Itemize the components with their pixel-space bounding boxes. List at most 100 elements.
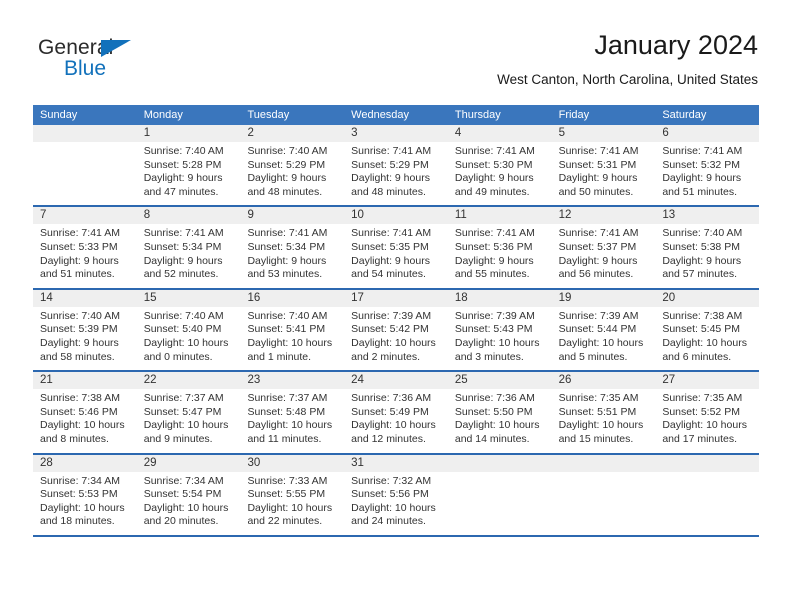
sunrise-text: Sunrise: 7:38 AM (40, 392, 120, 405)
weekday-header-wednesday: Wednesday (351, 109, 410, 121)
day-cell[interactable]: 28 Sunrise: 7:34 AM Sunset: 5:53 PM Dayligh… (33, 454, 137, 535)
day-cell[interactable]: 22 Sunrise: 7:37 AM Sunset: 5:47 PM Dayligh… (136, 372, 241, 453)
day-number: 10 (344, 207, 448, 225)
daylight-text-line2: and 56 minutes. (558, 268, 634, 281)
day-info: Sunrise: 7:40 AM Sunset: 5:40 PM Daylight:… (137, 307, 241, 364)
day-cell[interactable]: 14 Sunrise: 7:40 AM Sunset: 5:39 PM Dayligh… (33, 289, 137, 371)
day-number: 12 (551, 207, 656, 225)
day-info: Sunrise: 7:40 AM Sunset: 5:38 PM Daylight:… (655, 224, 759, 281)
day-cell-empty (551, 454, 656, 535)
daylight-text-line2: and 18 minutes. (40, 515, 115, 528)
sunrise-text: Sunrise: 7:33 AM (247, 474, 328, 487)
day-number: 22 (136, 372, 241, 390)
daylight-text-line1: Daylight: 9 hours (143, 172, 223, 185)
day-cell[interactable]: 9 Sunrise: 7:41 AM Sunset: 5:34 PM Daylight… (240, 207, 345, 288)
calendar-week-row: 7 Sunrise: 7:41 AM Sunset: 5:33 PM Daylight… (33, 207, 760, 290)
sunrise-text: Sunrise: 7:36 AM (454, 392, 535, 405)
day-cell[interactable]: 21 Sunrise: 7:38 AM Sunset: 5:46 PM Dayligh… (33, 372, 137, 453)
daylight-text-line1: Daylight: 10 hours (247, 501, 333, 514)
sunset-text: Sunset: 5:38 PM (662, 240, 740, 253)
day-number: 30 (240, 454, 345, 472)
sunrise-text: Sunrise: 7:37 AM (247, 392, 328, 405)
day-cell[interactable]: 19 Sunrise: 7:39 AM Sunset: 5:44 PM Dayligh… (551, 289, 656, 371)
sunrise-text: Sunrise: 7:41 AM (40, 227, 120, 240)
day-cell[interactable]: 2 Sunrise: 7:40 AM Sunset: 5:29 PM Daylight… (240, 125, 345, 206)
weekday-header-friday: Friday (558, 109, 590, 121)
day-info: Sunrise: 7:40 AM Sunset: 5:39 PM Daylight:… (33, 307, 137, 364)
sunrise-text: Sunrise: 7:41 AM (247, 227, 328, 240)
day-cell[interactable]: 10 Sunrise: 7:41 AM Sunset: 5:35 PM Dayligh… (344, 207, 448, 288)
day-cell[interactable]: 26 Sunrise: 7:35 AM Sunset: 5:51 PM Dayligh… (551, 372, 656, 453)
general-blue-logo: General Blue (38, 36, 188, 84)
day-info: Sunrise: 7:41 AM Sunset: 5:30 PM Daylight:… (448, 142, 552, 199)
day-number: 19 (551, 289, 656, 307)
day-cell[interactable]: 25 Sunrise: 7:36 AM Sunset: 5:50 PM Dayligh… (447, 372, 552, 453)
daylight-text-line1: Daylight: 9 hours (662, 254, 742, 267)
calendar-week-row: 21 Sunrise: 7:38 AM Sunset: 5:46 PM Dayligh… (33, 372, 760, 455)
sunset-text: Sunset: 5:43 PM (454, 323, 533, 336)
day-number: 26 (551, 372, 656, 390)
sunset-text: Sunset: 5:36 PM (454, 240, 533, 253)
day-cell[interactable]: 6 Sunrise: 7:41 AM Sunset: 5:32 PM Daylight… (655, 125, 760, 206)
day-number: 29 (136, 454, 241, 472)
day-cell[interactable]: 8 Sunrise: 7:41 AM Sunset: 5:34 PM Daylight… (136, 207, 241, 288)
daylight-text-line1: Daylight: 10 hours (558, 336, 644, 349)
day-cell[interactable]: 23 Sunrise: 7:37 AM Sunset: 5:48 PM Dayligh… (240, 372, 345, 453)
daylight-text-line2: and 53 minutes. (247, 268, 323, 281)
sunrise-text: Sunrise: 7:40 AM (143, 309, 224, 322)
day-number: 5 (551, 125, 656, 142)
sunset-text: Sunset: 5:47 PM (143, 405, 222, 418)
sunrise-text: Sunrise: 7:39 AM (454, 309, 535, 322)
daylight-text-line2: and 17 minutes. (662, 432, 738, 445)
daylight-text-line1: Daylight: 10 hours (558, 419, 644, 432)
day-number: 9 (240, 207, 345, 225)
daylight-text-line1: Daylight: 10 hours (247, 419, 333, 432)
sunset-text: Sunset: 5:32 PM (662, 158, 740, 171)
calendar-week-row: 28 Sunrise: 7:34 AM Sunset: 5:53 PM Dayligh… (33, 454, 760, 537)
sunrise-text: Sunrise: 7:40 AM (143, 145, 224, 157)
day-cell[interactable]: 31 Sunrise: 7:32 AM Sunset: 5:56 PM Dayligh… (344, 454, 448, 535)
day-cell[interactable]: 15 Sunrise: 7:40 AM Sunset: 5:40 PM Dayligh… (136, 289, 241, 371)
day-cell[interactable]: 13 Sunrise: 7:40 AM Sunset: 5:38 PM Dayligh… (655, 207, 760, 288)
sunrise-text: Sunrise: 7:38 AM (662, 309, 743, 322)
day-cell[interactable]: 1 Sunrise: 7:40 AM Sunset: 5:28 PM Daylight… (136, 125, 241, 206)
daylight-text-line1: Daylight: 10 hours (143, 501, 229, 514)
day-cell[interactable]: 20 Sunrise: 7:38 AM Sunset: 5:45 PM Dayligh… (655, 289, 760, 371)
sunset-text: Sunset: 5:28 PM (143, 158, 222, 171)
sunset-text: Sunset: 5:51 PM (558, 405, 637, 418)
daylight-text-line1: Daylight: 9 hours (558, 254, 638, 267)
day-cell[interactable]: 12 Sunrise: 7:41 AM Sunset: 5:37 PM Dayligh… (551, 207, 656, 288)
day-cell[interactable]: 27 Sunrise: 7:35 AM Sunset: 5:52 PM Dayligh… (655, 372, 760, 453)
sunset-text: Sunset: 5:54 PM (143, 488, 222, 501)
daylight-text-line1: Daylight: 10 hours (662, 336, 747, 349)
daylight-text-line2: and 20 minutes. (143, 515, 219, 528)
day-number (447, 454, 552, 472)
day-info: Sunrise: 7:39 AM Sunset: 5:44 PM Daylight:… (552, 307, 656, 364)
day-cell[interactable]: 24 Sunrise: 7:36 AM Sunset: 5:49 PM Dayligh… (344, 372, 448, 453)
weekday-header-tuesday: Tuesday (247, 109, 290, 121)
day-number: 3 (344, 125, 448, 142)
day-number: 27 (655, 372, 760, 390)
sunrise-text: Sunrise: 7:41 AM (351, 145, 432, 157)
sunrise-text: Sunrise: 7:32 AM (351, 474, 432, 487)
day-cell[interactable]: 11 Sunrise: 7:41 AM Sunset: 5:36 PM Dayligh… (447, 207, 552, 288)
sunset-text: Sunset: 5:37 PM (558, 240, 637, 253)
day-cell[interactable]: 3 Sunrise: 7:41 AM Sunset: 5:29 PM Daylight… (344, 125, 448, 206)
day-cell[interactable]: 16 Sunrise: 7:40 AM Sunset: 5:41 PM Dayligh… (240, 289, 345, 371)
day-cell[interactable]: 7 Sunrise: 7:41 AM Sunset: 5:33 PM Daylight… (33, 207, 137, 288)
day-number (33, 125, 137, 142)
sunrise-text: Sunrise: 7:41 AM (454, 227, 535, 240)
day-info: Sunrise: 7:34 AM Sunset: 5:54 PM Daylight:… (137, 472, 241, 529)
sunset-text: Sunset: 5:50 PM (454, 405, 533, 418)
day-cell[interactable]: 29 Sunrise: 7:34 AM Sunset: 5:54 PM Dayligh… (136, 454, 241, 535)
day-cell[interactable]: 30 Sunrise: 7:33 AM Sunset: 5:55 PM Dayligh… (240, 454, 345, 535)
daylight-text-line2: and 50 minutes. (558, 185, 634, 198)
day-info: Sunrise: 7:41 AM Sunset: 5:31 PM Daylight:… (552, 142, 656, 199)
day-cell[interactable]: 5 Sunrise: 7:41 AM Sunset: 5:31 PM Daylight… (551, 125, 656, 206)
day-cell[interactable]: 17 Sunrise: 7:39 AM Sunset: 5:42 PM Dayligh… (344, 289, 448, 371)
day-cell[interactable]: 18 Sunrise: 7:39 AM Sunset: 5:43 PM Dayligh… (447, 289, 552, 371)
day-cell[interactable]: 4 Sunrise: 7:41 AM Sunset: 5:30 PM Daylight… (447, 125, 552, 206)
day-info: Sunrise: 7:36 AM Sunset: 5:49 PM Daylight:… (344, 389, 448, 446)
daylight-text-line1: Daylight: 10 hours (143, 419, 229, 432)
day-number (551, 454, 656, 472)
